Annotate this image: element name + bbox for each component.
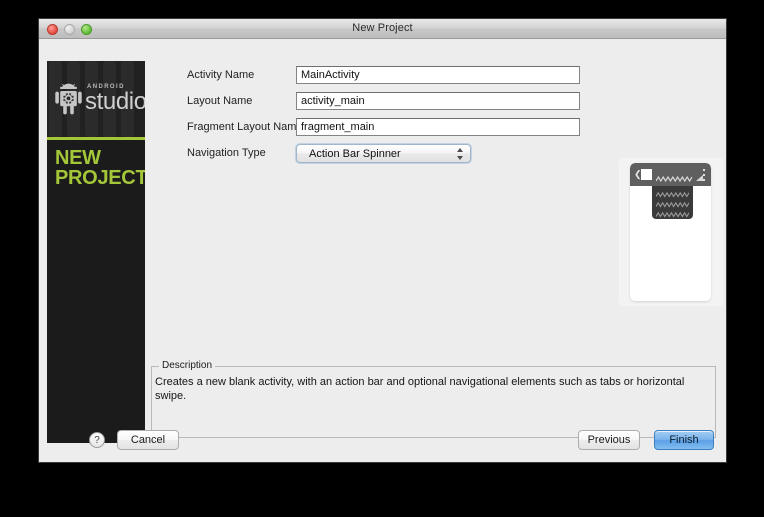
spinner-item-squiggle bbox=[656, 211, 693, 218]
spinner-dropdown-triangle-icon bbox=[696, 175, 703, 181]
mockup-action-bar: ❮ bbox=[630, 163, 711, 186]
mockup-spinner-dropdown-panel bbox=[652, 186, 693, 219]
android-robot-icon bbox=[55, 83, 82, 115]
form-row-layout-name: Layout Name activity_main bbox=[151, 92, 718, 112]
wizard-banner-sidebar: ANDROID studio NEW PROJECT bbox=[47, 61, 145, 443]
dialog-body: ANDROID studio NEW PROJECT Activity Name… bbox=[39, 39, 726, 462]
template-preview-thumbnail: ❮ bbox=[619, 158, 723, 306]
chevron-updown-icon bbox=[457, 148, 464, 161]
activity-name-input[interactable]: MainActivity bbox=[296, 66, 580, 84]
brand-studio-label: studio bbox=[85, 88, 145, 115]
phone-mockup: ❮ bbox=[630, 163, 711, 301]
spinner-item-squiggle bbox=[656, 191, 693, 198]
form-row-fragment-layout-name: Fragment Layout Name fragment_main bbox=[151, 118, 718, 138]
layout-name-input[interactable]: activity_main bbox=[296, 92, 580, 110]
spinner-item-squiggle bbox=[656, 201, 693, 208]
navigation-type-select[interactable]: Action Bar Spinner bbox=[296, 144, 471, 163]
activity-name-label: Activity Name bbox=[187, 69, 255, 81]
navigation-type-selected-value: Action Bar Spinner bbox=[309, 148, 401, 160]
wizard-headline-line-2: PROJECT bbox=[55, 167, 145, 189]
form-row-activity-name: Activity Name MainActivity bbox=[151, 66, 718, 86]
help-button[interactable]: ? bbox=[89, 432, 105, 448]
new-project-dialog-window: New Project ANDROID studio NEW PROJECT A… bbox=[38, 18, 727, 463]
window-title: New Project bbox=[352, 22, 413, 34]
wizard-headline-line-1: NEW bbox=[55, 147, 101, 169]
description-legend: Description bbox=[159, 360, 216, 371]
fragment-layout-name-input[interactable]: fragment_main bbox=[296, 118, 580, 136]
dialog-footer: ? Cancel Previous Finish bbox=[39, 424, 726, 462]
cancel-button[interactable]: Cancel bbox=[117, 430, 179, 450]
android-studio-logo-panel: ANDROID studio bbox=[47, 61, 145, 137]
app-icon-placeholder bbox=[641, 169, 652, 180]
window-titlebar[interactable]: New Project bbox=[39, 19, 726, 39]
navigation-type-label: Navigation Type bbox=[187, 147, 266, 159]
previous-button[interactable]: Previous bbox=[578, 430, 640, 450]
title-squiggle-placeholder bbox=[655, 170, 694, 183]
wizard-content-panel: Activity Name MainActivity Layout Name a… bbox=[151, 61, 723, 443]
finish-button[interactable]: Finish bbox=[654, 430, 714, 450]
description-text: Creates a new blank activity, with an ac… bbox=[155, 376, 685, 402]
wizard-headline: NEW PROJECT bbox=[47, 140, 145, 188]
fragment-layout-name-label: Fragment Layout Name bbox=[187, 121, 303, 133]
overflow-menu-icon bbox=[703, 169, 706, 181]
layout-name-label: Layout Name bbox=[187, 95, 253, 107]
